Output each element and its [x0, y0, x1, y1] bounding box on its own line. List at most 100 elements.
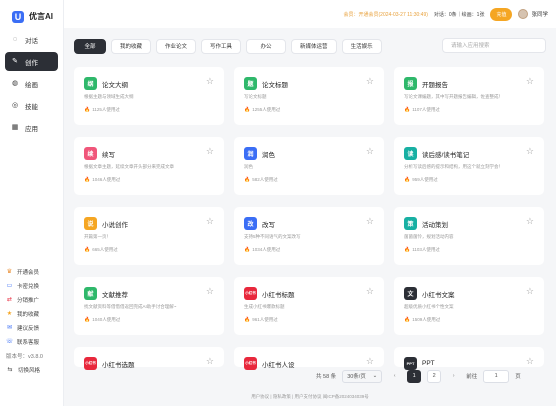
app-card[interactable]: 文 小红书文案 ☆ 超级优质小红书个性文案 🔥 1509人使用过	[394, 277, 544, 335]
sidebar-item-label: 分销推广	[17, 298, 40, 304]
star-icon[interactable]: ☆	[526, 217, 534, 226]
star-icon[interactable]: ☆	[526, 147, 534, 156]
app-card[interactable]: 报 开题报告 ☆ 写论文课编题，其中写开题报告编辑，佐查整成！ 🔥 1107人使用…	[394, 67, 544, 125]
version-label: 版本号：v3.8.0	[6, 354, 43, 360]
star-icon[interactable]: ☆	[206, 77, 214, 86]
app-card[interactable]: 读 读后感/读书笔记 ☆ 分析写读后感的提示和结构，用这个就立刻学会！ 🔥 959…	[394, 137, 544, 195]
page-size-select[interactable]: 30条/页 ⌄	[342, 369, 383, 383]
switch-style-button[interactable]: ⇆ 切换风格	[6, 364, 62, 376]
star-icon[interactable]: ☆	[526, 357, 534, 366]
share-icon: ⇄	[6, 297, 13, 303]
sidebar-item-label: 创作	[25, 59, 38, 67]
sidebar-item-skills[interactable]: ◎ 技能	[5, 96, 58, 115]
card-title: 小红书人设	[262, 361, 295, 369]
app-card[interactable]: 改 改写 ☆ 支持5种不同语气的文案改写 🔥 1034人使用过	[234, 207, 384, 265]
search-input[interactable]	[442, 38, 546, 53]
page-unit: 页	[515, 374, 521, 380]
sidebar-item-draw[interactable]: ◍ 绘画	[5, 74, 58, 93]
sidebar-item-create[interactable]: ✎ 创作	[5, 52, 58, 71]
usage-count: 582人使用过	[252, 177, 278, 182]
jump-page-input[interactable]: 1	[483, 369, 510, 383]
card-title: 小红书选题	[102, 361, 135, 369]
category-tabs: 全部 我的收藏 作业论文 写作工具 办公 新媒体运营 生活娱乐	[74, 36, 546, 56]
card-title: 续写	[102, 151, 115, 159]
sidebar-item-label: 技能	[25, 103, 38, 111]
footer-links[interactable]: 用户协议 | 隐私政策 | 用户支付协议 闽ICP备2024034039号	[64, 394, 556, 400]
sidebar-item-redeem[interactable]: ▭ 卡密兑换	[6, 279, 62, 293]
star-icon[interactable]: ☆	[366, 77, 374, 86]
app-card[interactable]: 纲 论文大纲 ☆ 根据主题与领域生成大纲 🔥 1125人使用过	[74, 67, 224, 125]
app-card[interactable]: 润 润色 ☆ 润色 🔥 582人使用过	[234, 137, 384, 195]
tab-writing-tools[interactable]: 写作工具	[201, 38, 242, 54]
app-card[interactable]: 续 续写 ☆ 根据文章主题，延续文章开头部分来完成文章 🔥 1046人使用过	[74, 137, 224, 195]
sidebar-item-feedback[interactable]: ✉ 建议反馈	[6, 321, 62, 335]
app-card[interactable]: 小红书 小红书标题 ☆ 生成小红书爆款标题 🔥 961人使用过	[234, 277, 384, 335]
star-icon[interactable]: ☆	[366, 357, 374, 366]
recharge-button[interactable]: 充值	[490, 7, 513, 21]
app-card[interactable]: 献 文献推荐 ☆ 找文献资料等借借借返回完成AI助手讨合理解~ 🔥 1040人使用…	[74, 277, 224, 335]
sidebar-item-apps[interactable]: ▦ 应用	[5, 118, 58, 137]
star-icon[interactable]: ☆	[366, 287, 374, 296]
app-card[interactable]: 策 活动策划 ☆ 菌菌菌怜，规划活动内容 🔥 1103人使用过	[394, 207, 544, 265]
usage-count: 959人使用过	[412, 177, 438, 182]
flame-icon: 🔥	[244, 247, 251, 253]
app-icon: 策	[404, 217, 417, 230]
card-usage: 🔥 961人使用过	[244, 317, 384, 323]
service-icon: ☏	[5, 339, 14, 345]
tab-favorites[interactable]: 我的收藏	[111, 38, 152, 54]
sidebar-item-label: 我的收藏	[17, 312, 40, 318]
sidebar-item-label: 卡密兑换	[17, 284, 40, 290]
page-2-button[interactable]: 2	[427, 369, 442, 383]
sidebar-item-favorites[interactable]: ★ 我的收藏	[6, 307, 62, 321]
prev-page-button[interactable]: ‹	[388, 370, 401, 383]
app-icon: 改	[244, 217, 257, 230]
user-menu[interactable]: 张同学	[518, 9, 548, 19]
star-icon[interactable]: ☆	[206, 217, 214, 226]
flame-icon: 🔥	[404, 247, 411, 253]
app-card[interactable]: 题 论文标题 ☆ 写论文标题 🔥 1255人使用过	[234, 67, 384, 125]
sidebar-item-label: 建议反馈	[17, 326, 40, 332]
app-card[interactable]: 小红书 小红书人设 ☆	[234, 347, 384, 370]
card-description: 找文献资料等借借借返回完成AI助手讨合理解~	[84, 304, 177, 309]
star-icon[interactable]: ☆	[206, 357, 214, 366]
card-title: 论文标题	[262, 81, 288, 89]
app-card[interactable]: 小红书 小红书选题 ☆	[74, 347, 224, 370]
card-usage: 🔥 1255人使用过	[244, 107, 384, 113]
card-description: 润色	[244, 164, 253, 169]
star-icon[interactable]: ☆	[206, 287, 214, 296]
star-icon[interactable]: ☆	[366, 217, 374, 226]
card-title: 开题报告	[422, 81, 448, 89]
flame-icon: 🔥	[84, 247, 91, 253]
sidebar-item-service[interactable]: ☏ 联系客服	[6, 335, 62, 349]
card-usage: 🔥 1103人使用过	[404, 247, 544, 253]
sidebar-item-distribution[interactable]: ⇄ 分销推广	[6, 293, 62, 307]
app-card[interactable]: PPT PPT ☆	[394, 347, 544, 370]
tab-homework[interactable]: 作业论文	[156, 38, 197, 54]
tab-all[interactable]: 全部	[74, 38, 106, 54]
usage-count: 1046人使用过	[92, 177, 121, 182]
star-icon[interactable]: ☆	[526, 77, 534, 86]
sidebar-item-chat[interactable]: ◌ 对话	[5, 30, 58, 49]
app-icon: 续	[84, 147, 97, 160]
flame-icon: 🔥	[84, 107, 91, 113]
usage-count: 1125人使用过	[92, 107, 120, 112]
sidebar-item-label: 联系客服	[17, 340, 40, 346]
app-icon: 报	[404, 77, 417, 90]
star-icon[interactable]: ☆	[206, 147, 214, 156]
card-description: 开篇第一页！	[84, 234, 111, 239]
app-icon: 润	[244, 147, 257, 160]
page-1-button[interactable]: 1	[407, 369, 422, 383]
app-card[interactable]: 说 小说创作 ☆ 开篇第一页！ 🔥 665人使用过	[74, 207, 224, 265]
card-icon: ▭	[6, 283, 13, 289]
tab-office[interactable]: 办公	[246, 38, 287, 54]
tab-new-media[interactable]: 新媒体运营	[291, 38, 337, 54]
sidebar-item-membership[interactable]: ♛ 开通会员	[6, 265, 62, 279]
next-page-button[interactable]: ›	[447, 370, 460, 383]
star-icon[interactable]: ☆	[526, 287, 534, 296]
chat-icon: ◌	[12, 36, 18, 43]
flame-icon: 🔥	[84, 177, 91, 183]
tab-lifestyle[interactable]: 生活娱乐	[341, 38, 382, 54]
star-icon[interactable]: ☆	[366, 147, 374, 156]
app-logo[interactable]: U 优言AI	[0, 0, 63, 26]
flame-icon: 🔥	[244, 317, 251, 323]
